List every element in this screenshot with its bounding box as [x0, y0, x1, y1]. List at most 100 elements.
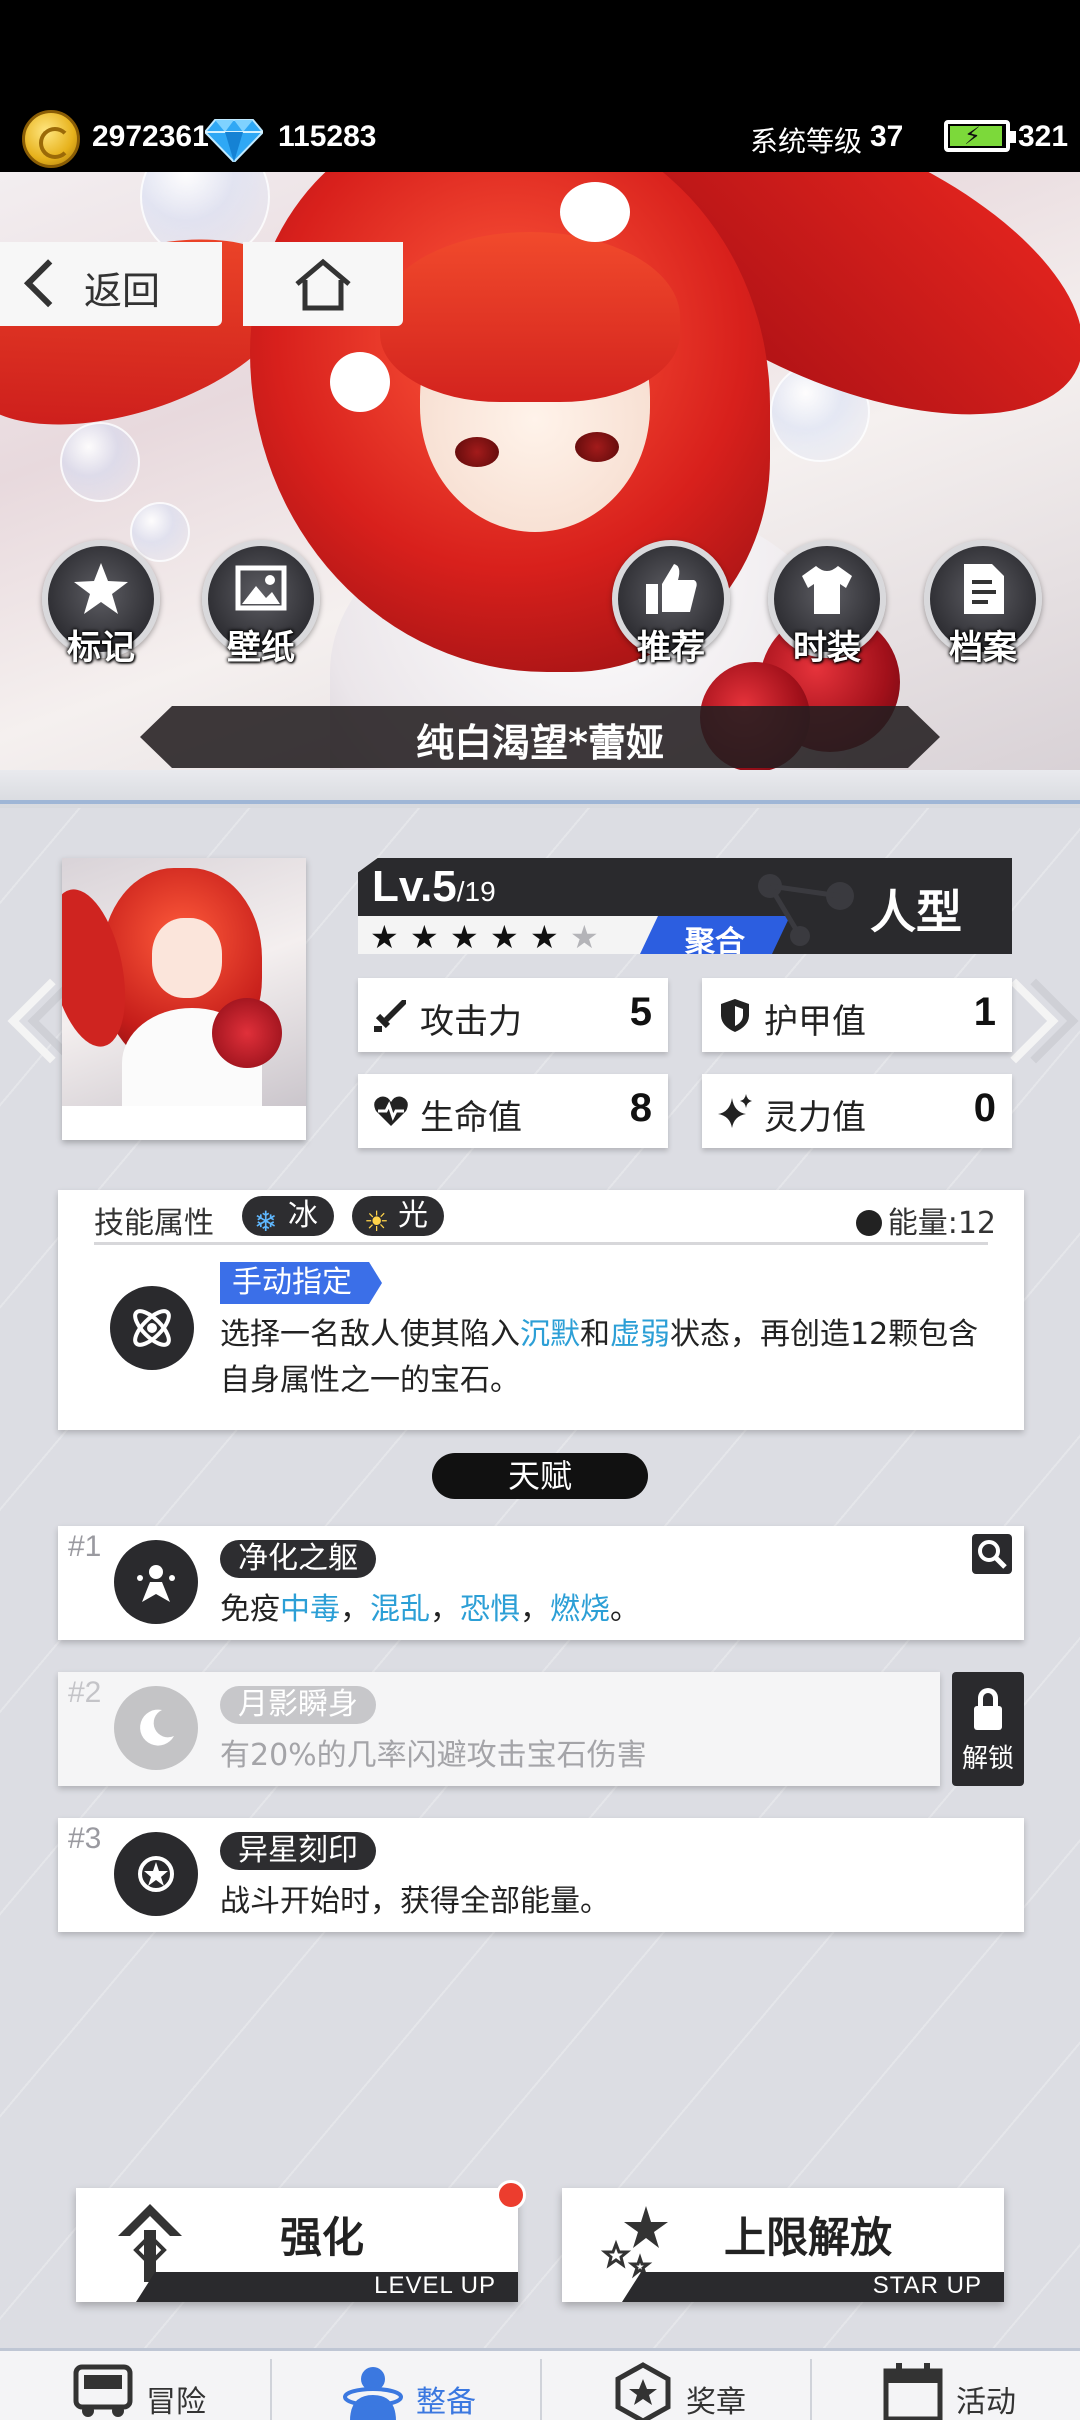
- diamond-icon: [205, 119, 263, 162]
- skill-icon: [110, 1286, 194, 1370]
- talent-icon: [114, 1832, 198, 1916]
- stamina-battery-icon: ⚡: [944, 120, 1016, 152]
- chevron-left-icon: [24, 259, 73, 308]
- nav-equip[interactable]: 整备: [270, 2351, 540, 2420]
- wallpaper-button[interactable]: 壁纸: [202, 540, 320, 668]
- skill-attribute-label: 技能属性: [94, 1206, 214, 1241]
- nav-medal-label: 奖章: [686, 2385, 746, 2420]
- character-icon: [343, 2367, 403, 2420]
- unlock-button[interactable]: 解锁: [952, 1672, 1024, 1786]
- shirt-icon: [802, 566, 852, 614]
- file-icon: [964, 564, 1004, 614]
- wallpaper-button-label: 壁纸: [227, 628, 295, 668]
- thumbs-up-icon: [646, 564, 697, 614]
- talent-description: 战斗开始时，获得全部能量。: [220, 1884, 610, 1919]
- nav-adventure-label: 冒险: [146, 2385, 206, 2420]
- skill-panel: 技能属性 ❄ 冰 ☀ 光 能量:12 手动指定 选择一名敌人使其陷入沉默和虚弱状态，…: [58, 1190, 1024, 1430]
- star-filled-icon: ★: [370, 918, 399, 956]
- notification-dot: [496, 2180, 526, 2210]
- talent-icon: [114, 1540, 198, 1624]
- outfit-button[interactable]: 时装: [768, 540, 886, 668]
- star-filled-icon: ★: [410, 918, 439, 956]
- sword-icon: [374, 1000, 406, 1032]
- diamond-amount: 115283: [278, 120, 377, 153]
- skill-description: 选择一名敌人使其陷入沉默和虚弱状态，再创造12颗包含自身属性之一的宝石。: [220, 1317, 979, 1398]
- archive-button[interactable]: 档案: [924, 540, 1042, 668]
- sun-icon: ☀: [364, 1205, 390, 1238]
- stat-health: 生命值 8: [358, 1074, 668, 1148]
- purify-icon: [137, 1565, 175, 1602]
- system-level-value: 37: [870, 120, 904, 153]
- star-up-button[interactable]: 上限解放 STAR UP: [562, 2188, 1004, 2302]
- hero-divider: [0, 770, 1080, 808]
- gold-amount: 2972361: [92, 120, 209, 153]
- keyword-silence: 沉默: [520, 1317, 580, 1352]
- talent-section-title: 天赋: [432, 1453, 648, 1499]
- recommend-button[interactable]: 推荐: [612, 540, 730, 668]
- energy-icon: [855, 1210, 882, 1236]
- medal-icon: [615, 2362, 671, 2420]
- recommend-button-label: 推荐: [637, 628, 705, 668]
- character-type: 人型: [870, 885, 962, 939]
- status-bar: 2972361 115283 系统等级 37 ⚡ 321: [0, 0, 1080, 172]
- back-button[interactable]: 返回: [0, 242, 222, 326]
- level-value: Lv.5: [372, 862, 457, 911]
- unlock-button-label: 解锁: [961, 1744, 1014, 1774]
- nav-events-label: 活动: [956, 2385, 1016, 2420]
- star-up-sublabel: STAR UP: [872, 2272, 982, 2299]
- energy-cost-label: 能量:12: [887, 1206, 996, 1241]
- talent-number: #3: [68, 1822, 102, 1855]
- star-up-label: 上限解放: [723, 2213, 892, 2262]
- nav-events[interactable]: 活动: [810, 2351, 1080, 2420]
- talent-number: #1: [68, 1530, 102, 1563]
- talent-name: 月影瞬身: [220, 1686, 376, 1724]
- star-filled-icon: ★: [490, 918, 519, 956]
- character-name: 纯白渴望*蕾娅: [416, 721, 664, 765]
- sparkle-icon: [718, 1094, 752, 1128]
- energy-cost: 能量:12: [855, 1198, 996, 1242]
- talent-number: #2: [68, 1676, 102, 1709]
- star-seal-icon: [138, 1856, 174, 1892]
- bottom-navigation: 冒险 整备 奖章 活动: [0, 2348, 1080, 2420]
- character-nameplate: 纯白渴望*蕾娅: [140, 706, 940, 768]
- stat-health-label: 生命值: [420, 1098, 522, 1138]
- home-icon: [295, 258, 351, 311]
- stat-spirit: 灵力值 0: [702, 1074, 1012, 1148]
- stat-armor-value: 1: [973, 990, 996, 1034]
- element-badge-ice: ❄ 冰: [242, 1196, 334, 1238]
- snowflake-icon: ❄: [254, 1205, 278, 1238]
- level-max: /19: [456, 876, 496, 907]
- character-portrait-card[interactable]: [62, 858, 306, 1140]
- keyword-weak: 虚弱: [610, 1317, 670, 1352]
- stat-spirit-label: 灵力值: [764, 1098, 866, 1138]
- stamina-amount: 321: [1018, 120, 1069, 153]
- system-level-label: 系统等级: [750, 126, 863, 157]
- stat-attack-value: 5: [629, 990, 652, 1034]
- atom-icon: [133, 1309, 171, 1347]
- stat-attack-label: 攻击力: [420, 1002, 522, 1042]
- level-text: Lv.5/19: [372, 862, 496, 912]
- star-filled-icon: ★: [530, 918, 559, 956]
- network-decoration-icon: [758, 874, 854, 946]
- nav-medal[interactable]: 奖章: [540, 2351, 810, 2420]
- stat-attack: 攻击力 5: [358, 978, 668, 1052]
- gold-coin-icon: [22, 110, 80, 168]
- mark-button-label: 标记: [67, 628, 135, 668]
- home-button[interactable]: [243, 242, 403, 326]
- talent-item-1[interactable]: #1 净化之躯 免疫中毒，混乱，恐惧，燃烧。: [58, 1526, 1024, 1640]
- element-ice-label: 冰: [288, 1198, 318, 1233]
- element-badge-light: ☀ 光: [352, 1196, 444, 1238]
- talent-item-2[interactable]: #2 月影瞬身 有20%的几率闪避攻击宝石伤害: [58, 1672, 940, 1786]
- talent-name: 净化之躯: [220, 1540, 376, 1578]
- talent-item-3[interactable]: #3 异星刻印 战斗开始时，获得全部能量。: [58, 1818, 1024, 1932]
- mark-button[interactable]: 标记: [42, 540, 160, 668]
- previous-character-button[interactable]: [6, 966, 113, 1076]
- manual-target-tag: 手动指定: [220, 1262, 382, 1304]
- level-up-button[interactable]: 强化 LEVEL UP: [76, 2188, 518, 2302]
- stat-armor-label: 护甲值: [764, 1002, 866, 1042]
- talent-name: 异星刻印: [220, 1832, 376, 1870]
- nav-adventure[interactable]: 冒险: [0, 2351, 270, 2420]
- element-light-label: 光: [398, 1198, 428, 1233]
- archive-button-label: 档案: [949, 628, 1017, 668]
- magnifier-icon[interactable]: [972, 1534, 1012, 1574]
